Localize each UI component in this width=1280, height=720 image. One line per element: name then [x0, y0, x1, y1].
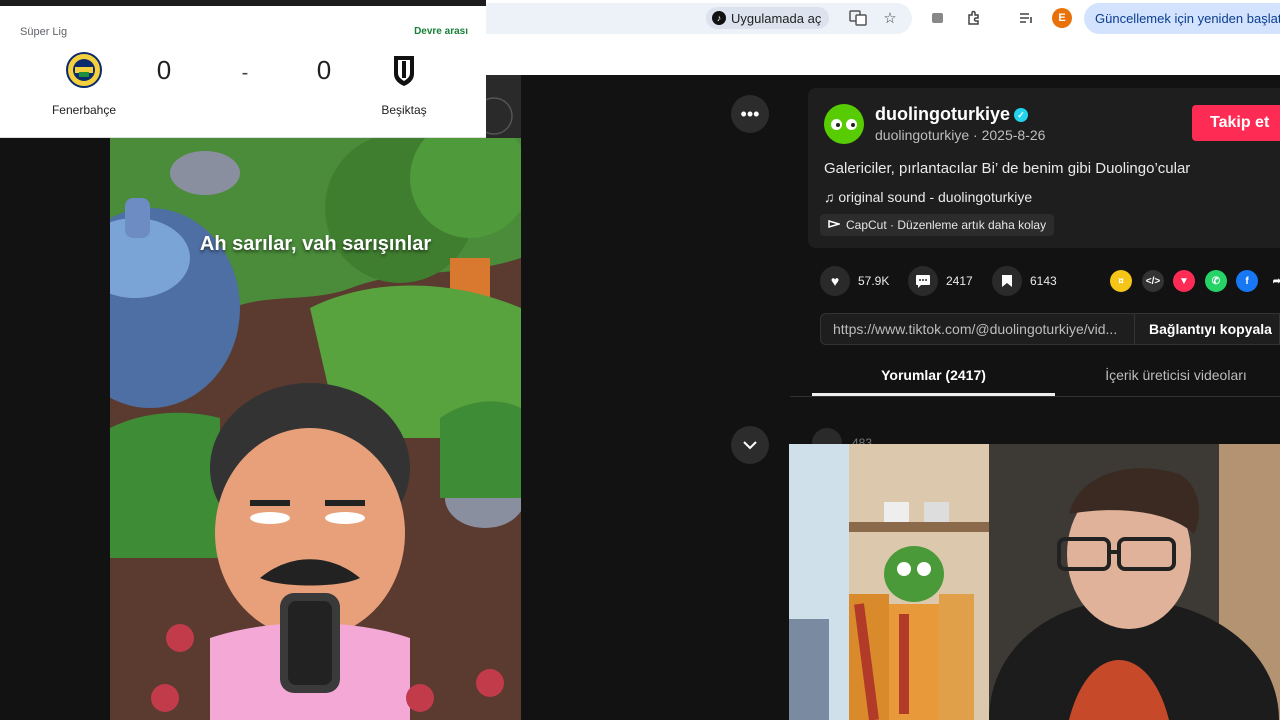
- away-team[interactable]: Beşiktaş: [354, 52, 454, 117]
- league-name: Süper Lig: [20, 26, 68, 38]
- video-player[interactable]: Ah sarılar, vah sarışınlar: [110, 138, 521, 720]
- match-score-card[interactable]: Süper Lig Devre arası Fenerbahçe 0 - 0 B…: [0, 0, 486, 138]
- sound-link[interactable]: ♫ original sound - duolingoturkiye: [824, 189, 1032, 205]
- extension-cube-icon[interactable]: [928, 8, 948, 28]
- action-bar: ♥ 57.9K 2417 6143 ¤ </> ▼ ✆ f ➦: [820, 266, 1280, 296]
- profile-avatar[interactable]: E: [1052, 8, 1072, 28]
- verified-badge-icon: ✓: [1014, 108, 1028, 122]
- embed-code-icon[interactable]: </>: [1142, 270, 1164, 292]
- relaunch-update-button[interactable]: Güncellemek için yeniden başlat: [1084, 3, 1280, 34]
- comment-button[interactable]: 2417: [908, 266, 973, 296]
- post-description: Galericiler, pırlantacılar Bi’ de benim …: [824, 160, 1191, 177]
- open-in-app-label: Uygulamada aç: [731, 10, 822, 26]
- send-to-friends-icon[interactable]: ▼: [1173, 270, 1195, 292]
- tiktok-icon: ♪: [712, 11, 726, 25]
- extensions-puzzle-icon[interactable]: [964, 8, 984, 28]
- score-separator: -: [241, 62, 249, 84]
- translate-icon[interactable]: [848, 8, 868, 28]
- heart-icon: ♥: [820, 266, 850, 296]
- like-count: 57.9K: [858, 274, 890, 288]
- share-arrow-icon[interactable]: ➦: [1266, 270, 1280, 292]
- home-team[interactable]: Fenerbahçe: [34, 52, 134, 117]
- chevron-down-icon: [743, 441, 757, 450]
- author-handle-date: duolingoturkiye · 2025-8-26: [875, 127, 1046, 143]
- capcut-label: CapCut · Düzenleme artık daha kolay: [846, 218, 1047, 232]
- post-info-card: duolingoturkiye ✓ duolingoturkiye · 2025-…: [808, 88, 1280, 248]
- music-note-icon: ♫: [824, 189, 835, 205]
- away-team-name: Beşiktaş: [381, 103, 427, 117]
- copy-link-button[interactable]: Bağlantıyı kopyala: [1135, 313, 1280, 345]
- duolingo-character-scene: [110, 138, 521, 720]
- webcam-scene: [789, 444, 1280, 720]
- fenerbahce-crest-icon: [66, 52, 102, 88]
- open-in-app-button[interactable]: ♪ Uygulamada aç: [706, 7, 830, 29]
- coin-share-icon[interactable]: ¤: [1110, 270, 1132, 292]
- whatsapp-icon[interactable]: ✆: [1205, 270, 1227, 292]
- match-status: Devre arası: [414, 26, 468, 37]
- screen: ♪ Uygulamada aç ☆ E Güncellemek için yen…: [0, 0, 1280, 720]
- media-queue-icon[interactable]: [1016, 8, 1036, 28]
- streamer-webcam: [789, 444, 1280, 720]
- next-video-button[interactable]: [731, 426, 769, 464]
- bookmark-icon: [992, 266, 1022, 296]
- save-count: 6143: [1030, 274, 1057, 288]
- sound-label: original sound - duolingoturkiye: [838, 189, 1033, 205]
- tab-creator-videos[interactable]: İçerik üreticisi videoları: [1060, 367, 1280, 383]
- copy-link-row: https://www.tiktok.com/@duolingoturkiye/…: [820, 313, 1280, 345]
- author-name: duolingoturkiye: [875, 104, 1010, 124]
- home-team-name: Fenerbahçe: [51, 103, 117, 117]
- more-options-button[interactable]: •••: [731, 95, 769, 133]
- comment-bubble-icon: [908, 266, 938, 296]
- capcut-anchor[interactable]: CapCut · Düzenleme artık daha kolay: [820, 214, 1055, 236]
- owl-eye-icon: [846, 118, 857, 130]
- like-button[interactable]: ♥ 57.9K: [820, 266, 889, 296]
- facebook-icon[interactable]: f: [1236, 270, 1258, 292]
- away-score: 0: [316, 55, 332, 85]
- bookmark-star-icon[interactable]: ☆: [880, 8, 900, 28]
- video-caption: Ah sarılar, vah sarışınlar: [199, 233, 432, 255]
- tab-comments[interactable]: Yorumlar (2417): [812, 367, 1055, 383]
- comment-count: 2417: [946, 274, 973, 288]
- follow-button[interactable]: Takip et: [1192, 105, 1280, 141]
- ellipsis-icon: •••: [740, 103, 760, 124]
- video-url-field[interactable]: https://www.tiktok.com/@duolingoturkiye/…: [820, 313, 1135, 345]
- video-top-edge: [475, 75, 521, 138]
- save-button[interactable]: 6143: [992, 266, 1057, 296]
- owl-eye-icon: [831, 118, 842, 130]
- comment-tabs: Yorumlar (2417) İçerik üreticisi videola…: [790, 355, 1280, 397]
- author-avatar[interactable]: [824, 104, 864, 144]
- author-name-row[interactable]: duolingoturkiye ✓: [875, 104, 1028, 125]
- besiktas-crest-icon: [394, 56, 414, 86]
- home-score: 0: [156, 55, 172, 85]
- active-tab-indicator: [812, 393, 1055, 396]
- capcut-icon: [828, 218, 842, 233]
